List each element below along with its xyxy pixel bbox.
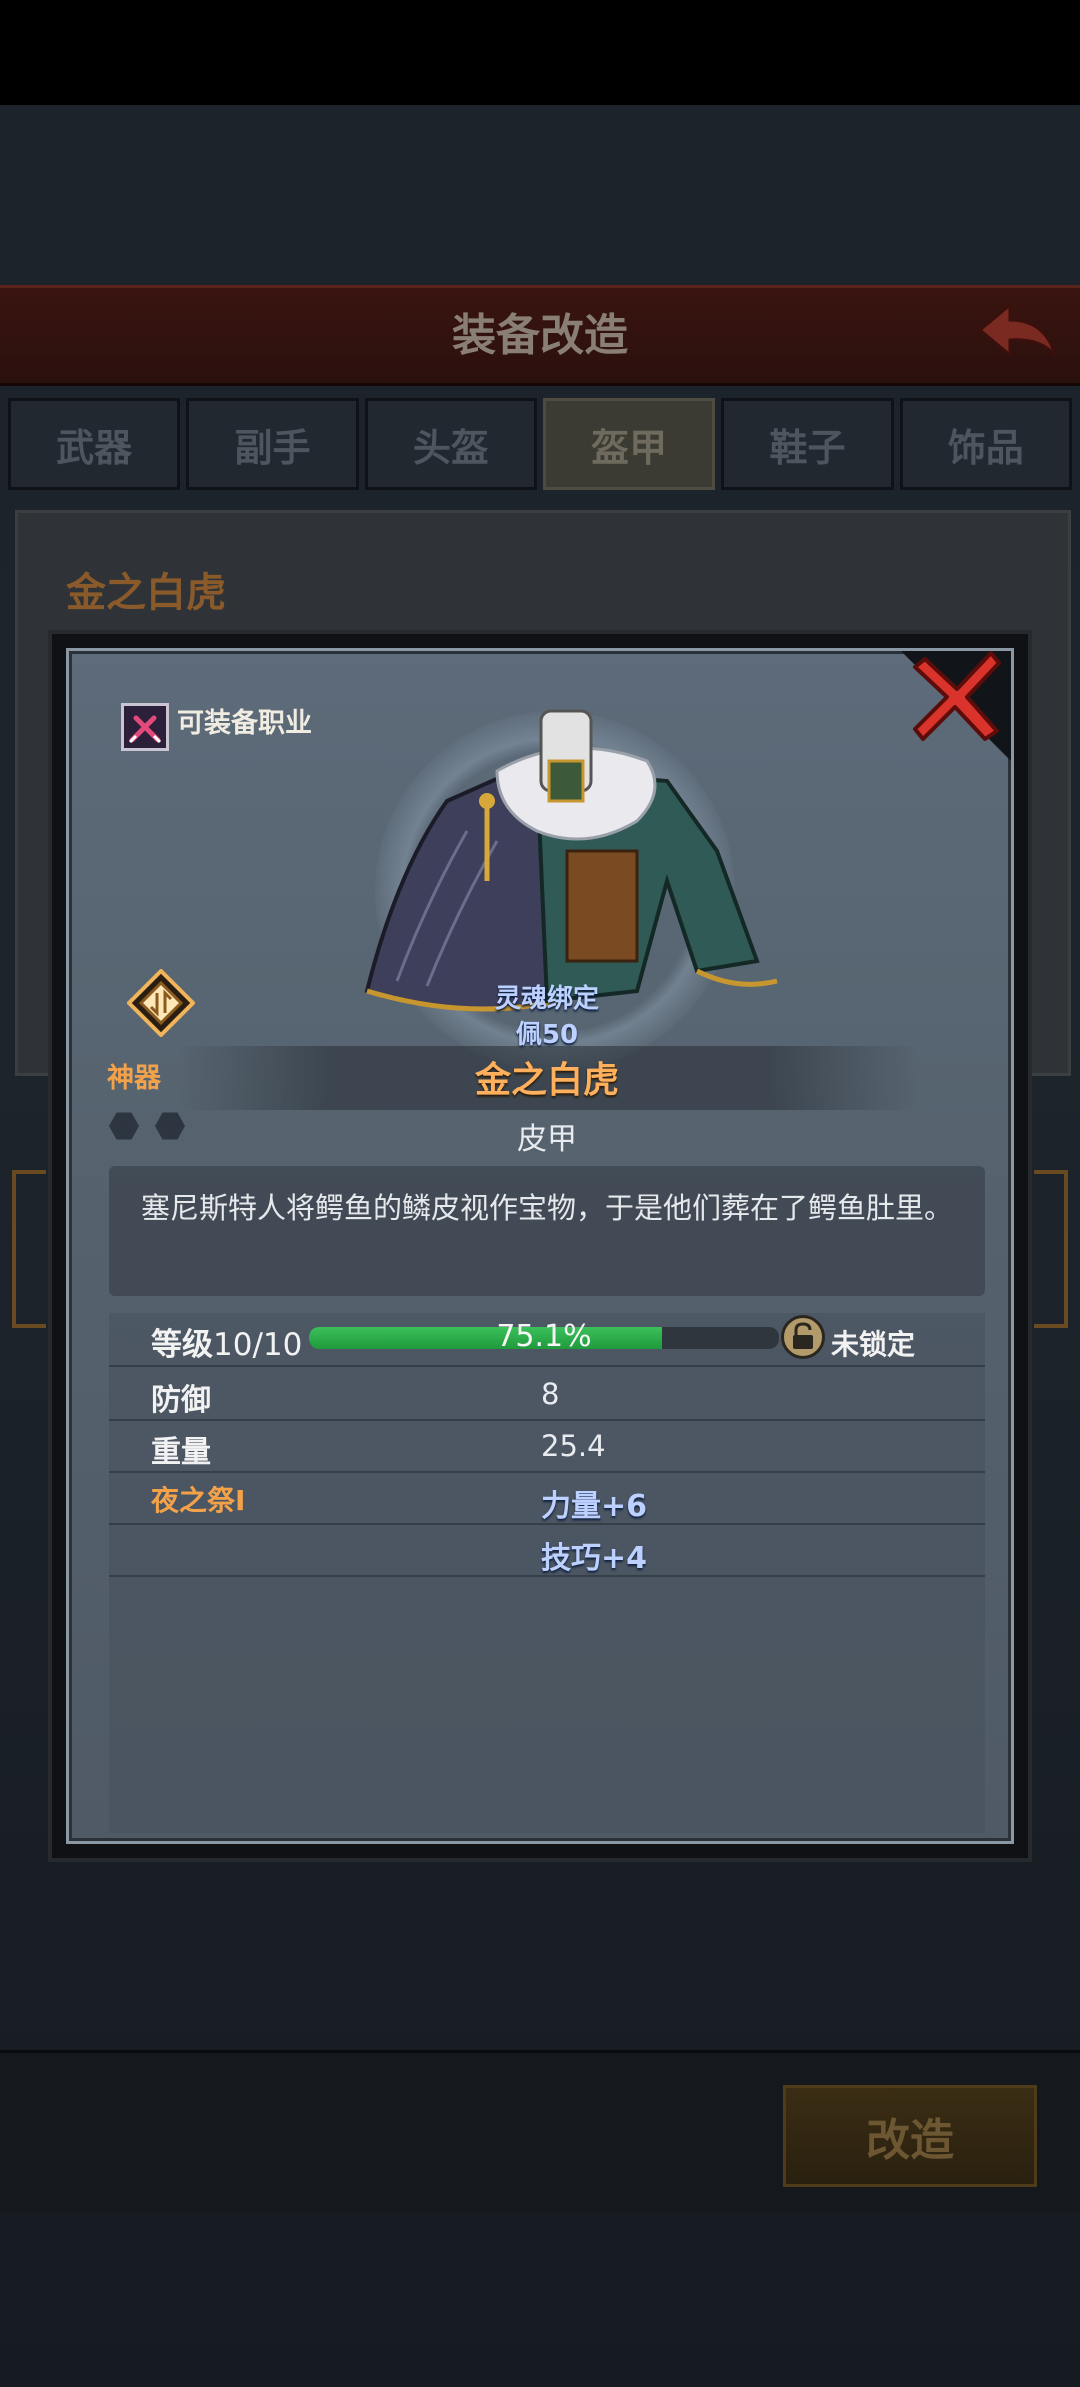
item-type: 皮甲 xyxy=(517,1122,577,1157)
level-label-text: 等级 xyxy=(151,1327,213,1363)
level-label: 等级10/10 xyxy=(151,1319,302,1364)
equippable-class-label[interactable]: 可装备职业 xyxy=(177,701,312,740)
item-name: 金之白虎 xyxy=(474,1060,619,1101)
enchant-effect: 技巧+4 xyxy=(541,1541,648,1576)
level-value: 10/10 xyxy=(213,1327,303,1363)
level-row: 等级10/10 75.1% 未锁定 xyxy=(109,1313,985,1367)
lock-status-label[interactable]: 未锁定 xyxy=(831,1323,915,1363)
level-progress-text: 75.1% xyxy=(496,1319,592,1354)
armor-coat-image xyxy=(364,709,778,1012)
close-x-icon[interactable] xyxy=(907,645,1007,745)
stat-name: 重量 xyxy=(151,1435,211,1470)
equipment-tabs: 武器 副手 头盔 盔甲 鞋子 饰品 xyxy=(8,398,1072,490)
reform-button[interactable]: 改造 xyxy=(783,2085,1037,2187)
item-description: 塞尼斯特人将鳄鱼的鳞皮视作宝物，于是他们葬在了鳄鱼肚里。 xyxy=(140,1191,953,1225)
tab-shoes[interactable]: 鞋子 xyxy=(721,398,894,490)
stat-value: 8 xyxy=(541,1377,560,1411)
soul-bind-label: 灵魂绑定 xyxy=(494,984,599,1014)
back-arrow-icon[interactable] xyxy=(970,300,1060,370)
enchant-effect: 力量+6 xyxy=(541,1489,648,1524)
stat-row-weight: 重量 25.4 xyxy=(109,1419,985,1473)
tab-accessory[interactable]: 饰品 xyxy=(899,398,1072,490)
equipment-name: 金之白虎 xyxy=(66,570,226,616)
enchant-row-2: 技巧+4 xyxy=(109,1523,985,1577)
stat-name: 防御 xyxy=(151,1383,211,1418)
header-bar: 装备改造 xyxy=(0,285,1080,386)
tab-offhand[interactable]: 副手 xyxy=(186,398,359,490)
page-title: 装备改造 xyxy=(452,310,628,361)
tab-helmet[interactable]: 头盔 xyxy=(364,398,537,490)
tab-armor[interactable]: 盔甲 xyxy=(542,398,716,490)
stat-value: 25.4 xyxy=(541,1429,606,1463)
panel-bracket-left xyxy=(12,1170,46,1328)
stat-row-defense: 防御 8 xyxy=(109,1367,985,1421)
artifact-diamond-icon[interactable] xyxy=(127,969,195,1037)
enchant-row-1: 夜之祭I 力量+6 xyxy=(109,1471,985,1525)
modal-content: 可装备职业 灵魂绑定 佩50 神器 金之白虎 皮甲 塞尼斯特人将鳄鱼的鳞皮视作宝… xyxy=(66,648,1014,1844)
padlock-icon[interactable] xyxy=(781,1315,825,1359)
panel-bracket-right xyxy=(1034,1170,1068,1328)
item-detail-modal: 可装备职业 灵魂绑定 佩50 神器 金之白虎 皮甲 塞尼斯特人将鳄鱼的鳞皮视作宝… xyxy=(48,630,1032,1862)
status-bar-area xyxy=(0,0,1080,105)
class-sword-icon[interactable] xyxy=(121,703,169,751)
tab-weapon[interactable]: 武器 xyxy=(8,398,181,490)
enchant-name: 夜之祭I xyxy=(151,1484,246,1517)
